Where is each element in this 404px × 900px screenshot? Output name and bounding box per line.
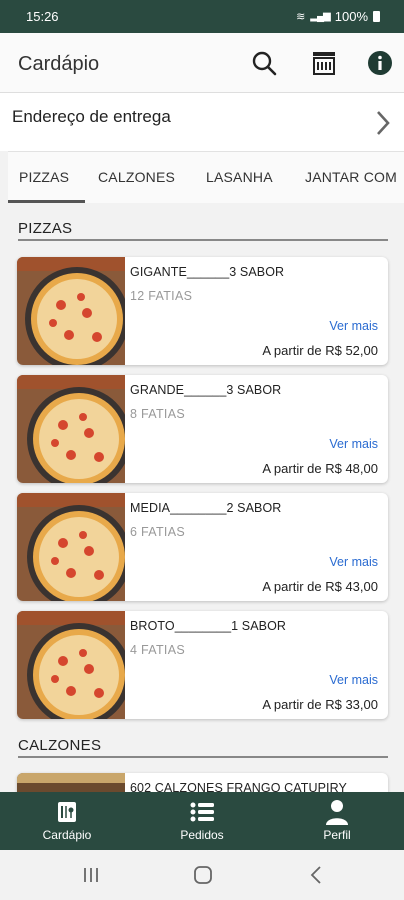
section-title-pizzas: PIZZAS <box>18 220 73 237</box>
see-more-link[interactable]: Ver mais <box>329 673 378 687</box>
pizza-image <box>17 493 125 601</box>
category-tabs: PIZZAS CALZONES LASANHA JANTAR COM <box>8 151 404 203</box>
status-icons: ≋ ▂▄▆ 100% <box>296 9 380 24</box>
tab-lasanha[interactable]: LASANHA <box>206 169 273 185</box>
product-name: 602 CALZONES FRANGO CATUPIRY <box>130 781 347 792</box>
home-icon[interactable] <box>192 864 214 886</box>
back-icon[interactable] <box>306 864 328 886</box>
product-slices: 8 FATIAS <box>130 407 185 421</box>
product-card[interactable]: GIGANTE______3 SABOR 12 FATIAS Ver mais … <box>17 257 388 365</box>
product-slices: 4 FATIAS <box>130 643 185 657</box>
search-icon[interactable] <box>250 49 278 77</box>
status-time: 15:26 <box>26 9 59 24</box>
pizza-image <box>17 257 125 365</box>
battery-icon <box>373 11 380 22</box>
wifi-icon: ≋ <box>296 11 306 23</box>
product-slices: 6 FATIAS <box>130 525 185 539</box>
nav-label: Cardápio <box>42 828 92 842</box>
section-divider <box>18 239 388 241</box>
tab-pizzas[interactable]: PIZZAS <box>19 169 69 185</box>
see-more-link[interactable]: Ver mais <box>329 437 378 451</box>
menu-list[interactable]: PIZZAS GIGANTE______3 SABOR 12 FATIAS Ve… <box>0 203 404 792</box>
nav-pedidos[interactable]: Pedidos <box>135 792 269 850</box>
nav-label: Perfil <box>323 828 351 842</box>
product-name: MEDIA________2 SABOR <box>130 501 282 515</box>
product-name: BROTO________1 SABOR <box>130 619 287 633</box>
battery-level: 100% <box>334 9 368 24</box>
pizza-image <box>17 375 125 483</box>
see-more-link[interactable]: Ver mais <box>329 319 378 333</box>
list-icon <box>190 802 214 822</box>
product-name: GRANDE______3 SABOR <box>130 383 282 397</box>
page-title: Cardápio <box>18 53 100 75</box>
signal-icon: ▂▄▆ <box>310 11 330 22</box>
section-divider <box>18 756 388 758</box>
nav-perfil[interactable]: Perfil <box>270 792 404 850</box>
info-icon[interactable] <box>366 49 394 77</box>
product-price: A partir de R$ 43,00 <box>262 579 378 594</box>
person-icon <box>326 800 348 825</box>
product-card[interactable]: GRANDE______3 SABOR 8 FATIAS Ver mais A … <box>17 375 388 483</box>
product-price: A partir de R$ 33,00 <box>262 697 378 712</box>
recent-apps-icon[interactable] <box>80 864 102 886</box>
store-icon[interactable] <box>310 49 338 77</box>
tab-jantar[interactable]: JANTAR COM <box>305 169 397 185</box>
product-slices: 12 FATIAS <box>130 289 193 303</box>
status-bar: 15:26 ≋ ▂▄▆ 100% <box>0 0 404 33</box>
nav-label: Pedidos <box>180 828 224 842</box>
delivery-address-row[interactable]: Endereço de entrega <box>0 93 404 151</box>
delivery-address-label: Endereço de entrega <box>12 107 171 126</box>
calzone-image <box>17 773 125 792</box>
product-name: GIGANTE______3 SABOR <box>130 265 285 279</box>
menu-book-icon <box>58 802 76 822</box>
product-price: A partir de R$ 48,00 <box>262 461 378 476</box>
product-card[interactable]: MEDIA________2 SABOR 6 FATIAS Ver mais A… <box>17 493 388 601</box>
bottom-navigation: Cardápio Pedidos Perfil <box>0 792 404 850</box>
system-navigation-bar <box>0 850 404 900</box>
product-price: A partir de R$ 52,00 <box>262 343 378 358</box>
pizza-image <box>17 611 125 719</box>
see-more-link[interactable]: Ver mais <box>329 555 378 569</box>
tab-calzones[interactable]: CALZONES <box>98 169 175 185</box>
section-title-calzones: CALZONES <box>18 737 102 754</box>
product-card[interactable]: 602 CALZONES FRANGO CATUPIRY <box>17 773 388 792</box>
chevron-right-icon <box>377 111 390 135</box>
nav-cardapio[interactable]: Cardápio <box>0 792 134 850</box>
app-bar: Cardápio <box>0 33 404 93</box>
product-card[interactable]: BROTO________1 SABOR 4 FATIAS Ver mais A… <box>17 611 388 719</box>
